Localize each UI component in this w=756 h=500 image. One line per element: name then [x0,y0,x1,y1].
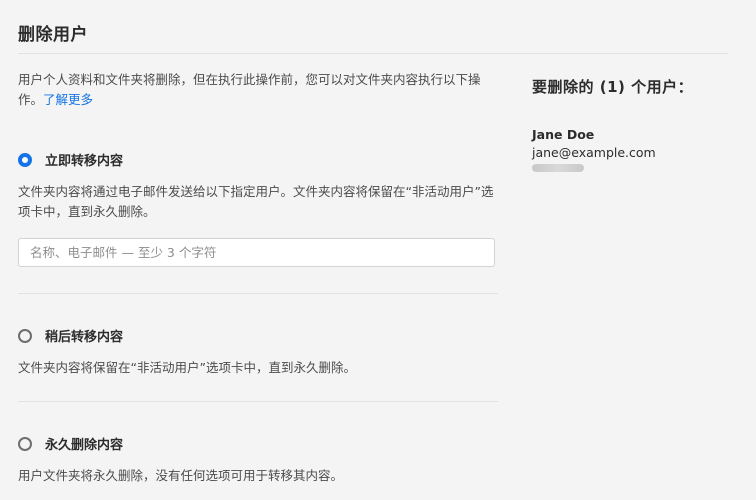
learn-more-link[interactable]: 了解更多 [43,92,93,107]
delete-permanently-radio[interactable] [18,436,32,451]
page-title: 删除用户 [18,25,88,45]
options-panel: 用户个人资料和文件夹将删除，但在执行此操作前，您可以对文件夹内容执行以下操作。了… [18,70,498,483]
recipient-search-input[interactable] [18,238,495,267]
summary-title: 要删除的 (1) 个用户： [532,78,694,96]
option-divider [18,401,498,402]
option-transfer-now: 立即转移内容 文件夹内容将通过电子邮件发送给以下指定用户。文件夹内容将保留在“非… [18,150,498,222]
option-delete-permanently-row[interactable]: 永久删除内容 [18,434,498,453]
title-divider [18,53,728,54]
user-name: Jane Doe [532,127,595,142]
intro-text: 用户个人资料和文件夹将删除，但在执行此操作前，您可以对文件夹内容执行以下操作。了… [18,70,498,110]
transfer-now-label: 立即转移内容 [45,154,124,169]
option-delete-permanently: 永久删除内容 用户文件夹将永久删除，没有任何选项可用于转移其内容。 [18,434,498,486]
transfer-now-description: 文件夹内容将通过电子邮件发送给以下指定用户。文件夹内容将保留在“非活动用户”选项… [18,184,494,219]
option-transfer-later-row[interactable]: 稍后转移内容 [18,326,498,345]
user-email: jane@example.com [532,145,656,160]
transfer-later-radio[interactable] [18,328,32,343]
redacted-detail [532,164,584,172]
transfer-later-description: 文件夹内容将保留在“非活动用户”选项卡中，直到永久删除。 [18,360,356,375]
transfer-later-label: 稍后转移内容 [45,330,124,345]
option-transfer-later: 稍后转移内容 文件夹内容将保留在“非活动用户”选项卡中，直到永久删除。 [18,326,498,378]
delete-permanently-description: 用户文件夹将永久删除，没有任何选项可用于转移其内容。 [18,468,344,483]
summary-panel: 要删除的 (1) 个用户： Jane Doe jane@example.com [532,76,742,172]
transfer-now-radio[interactable] [18,152,32,167]
delete-permanently-label: 永久删除内容 [45,438,124,453]
option-divider [18,293,498,294]
option-transfer-now-row[interactable]: 立即转移内容 [18,150,498,169]
